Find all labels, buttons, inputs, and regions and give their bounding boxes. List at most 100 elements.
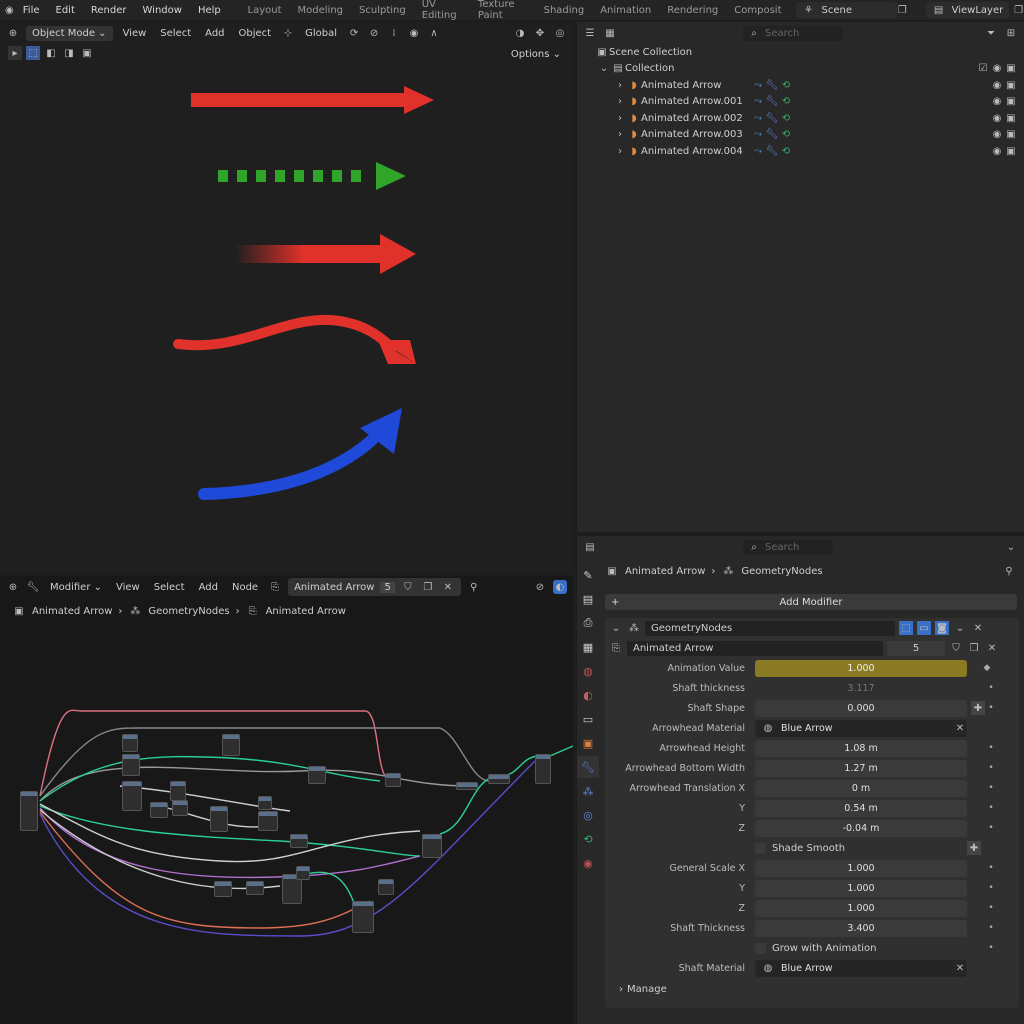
expand-icon[interactable]: › xyxy=(613,128,627,142)
outliner-item[interactable]: › ◗ Animated Arrow.002 ⤳ 🔧︎ ⟲ ◉ ▣ xyxy=(583,110,1018,127)
graph-node[interactable] xyxy=(122,734,138,752)
graph-node[interactable] xyxy=(150,802,168,818)
property-field[interactable]: 0.000 xyxy=(755,699,967,717)
animation-icon[interactable]: ⟲ xyxy=(779,111,793,125)
grow-checkbox[interactable] xyxy=(755,942,766,954)
property-field[interactable]: 3.117 xyxy=(755,679,967,697)
property-field[interactable]: 0 m xyxy=(755,779,967,797)
keyframe-diamond-icon[interactable]: ◆ xyxy=(981,663,993,673)
animation-icon[interactable]: ⟲ xyxy=(779,144,793,158)
menu-window[interactable]: Window xyxy=(135,5,190,16)
workspace-tab-compositing[interactable]: Composit xyxy=(726,5,789,16)
camera-icon[interactable]: ▣ xyxy=(1004,95,1018,109)
property-field[interactable]: 1.000 xyxy=(755,899,967,917)
modifier-name-field[interactable]: GeometryNodes xyxy=(645,620,895,636)
graph-node[interactable] xyxy=(488,774,510,784)
manage-panel[interactable]: › Manage xyxy=(605,978,1019,1001)
properties-search[interactable]: ⌕ Search xyxy=(743,539,833,555)
view-layer-selector[interactable]: ▤ ViewLayer xyxy=(925,2,1010,18)
keyframe-dot-icon[interactable]: • xyxy=(985,763,997,773)
keyframe-dot-icon[interactable]: • xyxy=(985,863,997,873)
graph-node[interactable] xyxy=(258,811,278,831)
graph-node[interactable] xyxy=(456,782,478,790)
output-tab-icon[interactable]: ⎙ xyxy=(577,612,599,634)
outliner-item[interactable]: › ◗ Animated Arrow ⤳ 🔧︎ ⟲ ◉ ▣ xyxy=(583,77,1018,94)
keyframe-dot-icon[interactable]: • xyxy=(985,683,997,693)
modifier-icon[interactable]: 🔧︎ xyxy=(765,78,779,92)
collection-tab-icon[interactable]: ▭ xyxy=(577,708,599,730)
render-tab-icon[interactable]: ▤ xyxy=(577,588,599,610)
outliner-search[interactable]: ⌕ Search xyxy=(743,25,843,41)
modifier-icon[interactable]: 🔧︎ xyxy=(765,144,779,158)
graph-node[interactable] xyxy=(385,773,401,787)
menu-render[interactable]: Render xyxy=(83,5,135,16)
animation-icon[interactable]: ⟲ xyxy=(779,128,793,142)
keyframe-dot-icon[interactable]: • xyxy=(985,903,997,913)
property-field[interactable]: ◍ Blue Arrow ✕ xyxy=(755,719,967,737)
animation-icon[interactable]: ⟲ xyxy=(779,95,793,109)
display-mode-icon[interactable]: ▦ xyxy=(603,26,617,40)
outliner-item[interactable]: › ◗ Animated Arrow.004 ⤳ 🔧︎ ⟲ ◉ ▣ xyxy=(583,143,1018,160)
modifier-icon[interactable]: 🔧︎ xyxy=(765,128,779,142)
properties-editor-icon[interactable]: ▤ xyxy=(583,540,597,554)
keyframe-dot-icon[interactable]: • xyxy=(985,703,997,713)
workspace-tab-layout[interactable]: Layout xyxy=(240,5,290,16)
keyframe-dot-icon[interactable]: • xyxy=(985,803,997,813)
graph-node[interactable] xyxy=(352,901,374,933)
keyframe-dot-icon[interactable]: • xyxy=(985,823,997,833)
graph-node[interactable] xyxy=(210,806,228,832)
expand-icon[interactable]: › xyxy=(613,95,627,109)
constraint-icon[interactable]: ⤳ xyxy=(751,111,765,125)
constraint-icon[interactable]: ⤳ xyxy=(751,95,765,109)
workspace-tab-texture-paint[interactable]: Texture Paint xyxy=(470,0,536,21)
workspace-tab-uv-editing[interactable]: UV Editing xyxy=(414,0,470,21)
expand-icon[interactable]: ⌄ xyxy=(597,62,611,76)
scene-collection-row[interactable]: ▣ Scene Collection xyxy=(583,44,1018,61)
data-tab-icon[interactable]: ◉ xyxy=(577,852,599,874)
dropdown-icon[interactable]: ⌄ xyxy=(953,621,967,635)
keyframe-dot-icon[interactable]: • xyxy=(985,743,997,753)
animation-icon[interactable]: ⟲ xyxy=(779,78,793,92)
world-tab-icon[interactable]: ◐ xyxy=(577,684,599,706)
graph-node[interactable] xyxy=(122,754,140,776)
add-modifier-button[interactable]: + Add Modifier xyxy=(605,594,1017,610)
graph-node[interactable] xyxy=(535,754,551,784)
menu-edit[interactable]: Edit xyxy=(48,5,83,16)
camera-icon[interactable]: ▣ xyxy=(1004,144,1018,158)
graph-node[interactable] xyxy=(296,866,310,880)
camera-icon[interactable]: ▣ xyxy=(1004,62,1018,76)
camera-icon[interactable]: ▣ xyxy=(1004,78,1018,92)
graph-node[interactable] xyxy=(172,800,188,816)
node-tree-icon[interactable]: ⎘ xyxy=(609,641,623,655)
duplicate-icon[interactable]: ❐ xyxy=(967,641,981,655)
close-icon[interactable]: ✕ xyxy=(985,641,999,655)
expand-icon[interactable]: › xyxy=(613,111,627,125)
node-editor[interactable]: ⊕ 🔧︎ Modifier ⌄ View Select Add Node ⎘ A… xyxy=(0,576,573,1024)
close-icon[interactable]: ✕ xyxy=(971,621,985,635)
keyframe-dot-icon[interactable]: • xyxy=(985,883,997,893)
outliner-item[interactable]: › ◗ Animated Arrow.001 ⤳ 🔧︎ ⟲ ◉ ▣ xyxy=(583,94,1018,111)
filter-icon[interactable]: ⏷ xyxy=(984,26,998,40)
scene-selector[interactable]: ⚘ Scene xyxy=(795,2,897,18)
property-field[interactable]: 0.54 m xyxy=(755,799,967,817)
property-field[interactable]: 1.000 xyxy=(755,659,967,677)
eye-icon[interactable]: ◉ xyxy=(990,111,1004,125)
fake-user-icon[interactable]: ⛉ xyxy=(949,641,963,655)
tool-tab-icon[interactable]: ✎ xyxy=(577,564,599,586)
expand-icon[interactable]: › xyxy=(613,144,627,158)
add-collection-icon[interactable]: ⊞ xyxy=(1004,26,1018,40)
outliner-editor-icon[interactable]: ☰ xyxy=(583,26,597,40)
eye-icon[interactable]: ◉ xyxy=(990,128,1004,142)
workspace-tab-rendering[interactable]: Rendering xyxy=(659,5,726,16)
physics-tab-icon[interactable]: ◎ xyxy=(577,804,599,826)
property-field[interactable]: 1.000 xyxy=(755,879,967,897)
property-field[interactable]: 1.08 m xyxy=(755,739,967,757)
node-group-field[interactable]: Animated Arrow xyxy=(627,640,883,656)
property-field[interactable]: -0.04 m xyxy=(755,819,967,837)
view-layer-tab-icon[interactable]: ▦ xyxy=(577,636,599,658)
graph-node[interactable] xyxy=(290,834,308,848)
constraints-tab-icon[interactable]: ⟲ xyxy=(577,828,599,850)
clear-icon[interactable]: ✕ xyxy=(953,961,967,975)
eye-icon[interactable]: ◉ xyxy=(990,144,1004,158)
object-tab-icon[interactable]: ▣ xyxy=(577,732,599,754)
